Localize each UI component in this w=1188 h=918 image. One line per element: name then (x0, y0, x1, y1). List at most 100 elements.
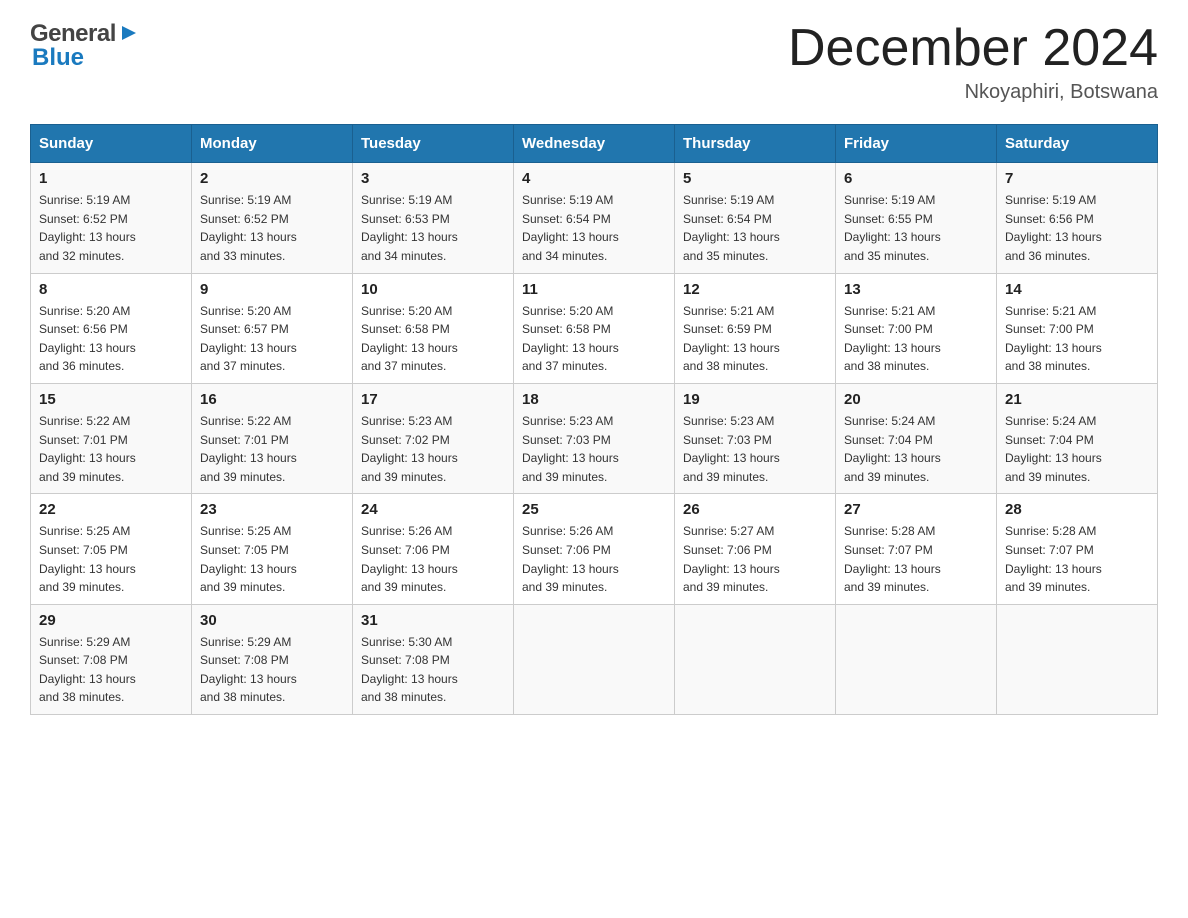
calendar-cell: 5 Sunrise: 5:19 AM Sunset: 6:54 PM Dayli… (675, 163, 836, 273)
day-info: Sunrise: 5:21 AM Sunset: 7:00 PM Dayligh… (1005, 302, 1149, 376)
calendar-week-row: 1 Sunrise: 5:19 AM Sunset: 6:52 PM Dayli… (31, 163, 1158, 273)
day-info: Sunrise: 5:19 AM Sunset: 6:54 PM Dayligh… (522, 191, 666, 265)
day-number: 18 (522, 391, 666, 408)
day-number: 4 (522, 170, 666, 187)
calendar-cell: 13 Sunrise: 5:21 AM Sunset: 7:00 PM Dayl… (836, 273, 997, 383)
day-number: 15 (39, 391, 183, 408)
day-number: 3 (361, 170, 505, 187)
day-number: 22 (39, 501, 183, 518)
calendar-cell: 28 Sunrise: 5:28 AM Sunset: 7:07 PM Dayl… (997, 494, 1158, 604)
calendar-cell (836, 604, 997, 714)
day-number: 6 (844, 170, 988, 187)
day-number: 29 (39, 612, 183, 629)
calendar-week-row: 29 Sunrise: 5:29 AM Sunset: 7:08 PM Dayl… (31, 604, 1158, 714)
calendar-cell: 17 Sunrise: 5:23 AM Sunset: 7:02 PM Dayl… (353, 383, 514, 493)
calendar-cell: 8 Sunrise: 5:20 AM Sunset: 6:56 PM Dayli… (31, 273, 192, 383)
header-saturday: Saturday (997, 125, 1158, 163)
day-info: Sunrise: 5:23 AM Sunset: 7:03 PM Dayligh… (522, 412, 666, 486)
day-number: 21 (1005, 391, 1149, 408)
day-info: Sunrise: 5:22 AM Sunset: 7:01 PM Dayligh… (200, 412, 344, 486)
calendar-cell: 29 Sunrise: 5:29 AM Sunset: 7:08 PM Dayl… (31, 604, 192, 714)
day-info: Sunrise: 5:20 AM Sunset: 6:58 PM Dayligh… (361, 302, 505, 376)
calendar-cell: 4 Sunrise: 5:19 AM Sunset: 6:54 PM Dayli… (514, 163, 675, 273)
day-info: Sunrise: 5:28 AM Sunset: 7:07 PM Dayligh… (844, 522, 988, 596)
day-info: Sunrise: 5:20 AM Sunset: 6:56 PM Dayligh… (39, 302, 183, 376)
day-number: 19 (683, 391, 827, 408)
day-number: 14 (1005, 281, 1149, 298)
calendar-week-row: 22 Sunrise: 5:25 AM Sunset: 7:05 PM Dayl… (31, 494, 1158, 604)
calendar-cell: 12 Sunrise: 5:21 AM Sunset: 6:59 PM Dayl… (675, 273, 836, 383)
header-thursday: Thursday (675, 125, 836, 163)
day-number: 28 (1005, 501, 1149, 518)
day-number: 31 (361, 612, 505, 629)
day-info: Sunrise: 5:25 AM Sunset: 7:05 PM Dayligh… (39, 522, 183, 596)
day-info: Sunrise: 5:25 AM Sunset: 7:05 PM Dayligh… (200, 522, 344, 596)
day-number: 23 (200, 501, 344, 518)
day-info: Sunrise: 5:26 AM Sunset: 7:06 PM Dayligh… (522, 522, 666, 596)
logo-arrow-icon (118, 22, 140, 44)
day-info: Sunrise: 5:29 AM Sunset: 7:08 PM Dayligh… (39, 633, 183, 707)
day-info: Sunrise: 5:27 AM Sunset: 7:06 PM Dayligh… (683, 522, 827, 596)
calendar-cell: 1 Sunrise: 5:19 AM Sunset: 6:52 PM Dayli… (31, 163, 192, 273)
calendar-cell: 31 Sunrise: 5:30 AM Sunset: 7:08 PM Dayl… (353, 604, 514, 714)
calendar-week-row: 8 Sunrise: 5:20 AM Sunset: 6:56 PM Dayli… (31, 273, 1158, 383)
logo: General Blue (30, 20, 140, 72)
day-number: 13 (844, 281, 988, 298)
month-title: December 2024 (788, 20, 1158, 77)
calendar-cell (514, 604, 675, 714)
calendar-cell: 2 Sunrise: 5:19 AM Sunset: 6:52 PM Dayli… (192, 163, 353, 273)
weekday-header-row: Sunday Monday Tuesday Wednesday Thursday… (31, 125, 1158, 163)
day-number: 11 (522, 281, 666, 298)
day-number: 17 (361, 391, 505, 408)
day-info: Sunrise: 5:24 AM Sunset: 7:04 PM Dayligh… (1005, 412, 1149, 486)
calendar-cell: 25 Sunrise: 5:26 AM Sunset: 7:06 PM Dayl… (514, 494, 675, 604)
day-number: 8 (39, 281, 183, 298)
header-sunday: Sunday (31, 125, 192, 163)
location-label: Nkoyaphiri, Botswana (788, 81, 1158, 104)
day-number: 30 (200, 612, 344, 629)
day-number: 2 (200, 170, 344, 187)
calendar-cell: 7 Sunrise: 5:19 AM Sunset: 6:56 PM Dayli… (997, 163, 1158, 273)
day-info: Sunrise: 5:20 AM Sunset: 6:57 PM Dayligh… (200, 302, 344, 376)
header-wednesday: Wednesday (514, 125, 675, 163)
day-info: Sunrise: 5:22 AM Sunset: 7:01 PM Dayligh… (39, 412, 183, 486)
day-info: Sunrise: 5:19 AM Sunset: 6:53 PM Dayligh… (361, 191, 505, 265)
day-info: Sunrise: 5:26 AM Sunset: 7:06 PM Dayligh… (361, 522, 505, 596)
calendar-cell: 30 Sunrise: 5:29 AM Sunset: 7:08 PM Dayl… (192, 604, 353, 714)
day-number: 9 (200, 281, 344, 298)
calendar-cell (997, 604, 1158, 714)
day-info: Sunrise: 5:19 AM Sunset: 6:55 PM Dayligh… (844, 191, 988, 265)
day-info: Sunrise: 5:23 AM Sunset: 7:03 PM Dayligh… (683, 412, 827, 486)
day-info: Sunrise: 5:28 AM Sunset: 7:07 PM Dayligh… (1005, 522, 1149, 596)
calendar-cell: 14 Sunrise: 5:21 AM Sunset: 7:00 PM Dayl… (997, 273, 1158, 383)
day-info: Sunrise: 5:19 AM Sunset: 6:54 PM Dayligh… (683, 191, 827, 265)
day-number: 25 (522, 501, 666, 518)
calendar-cell: 18 Sunrise: 5:23 AM Sunset: 7:03 PM Dayl… (514, 383, 675, 493)
day-info: Sunrise: 5:19 AM Sunset: 6:56 PM Dayligh… (1005, 191, 1149, 265)
calendar-cell (675, 604, 836, 714)
day-info: Sunrise: 5:30 AM Sunset: 7:08 PM Dayligh… (361, 633, 505, 707)
logo-blue: Blue (32, 44, 84, 71)
day-number: 5 (683, 170, 827, 187)
header-tuesday: Tuesday (353, 125, 514, 163)
day-number: 26 (683, 501, 827, 518)
day-info: Sunrise: 5:24 AM Sunset: 7:04 PM Dayligh… (844, 412, 988, 486)
calendar-cell: 23 Sunrise: 5:25 AM Sunset: 7:05 PM Dayl… (192, 494, 353, 604)
calendar-cell: 16 Sunrise: 5:22 AM Sunset: 7:01 PM Dayl… (192, 383, 353, 493)
calendar-cell: 26 Sunrise: 5:27 AM Sunset: 7:06 PM Dayl… (675, 494, 836, 604)
calendar-cell: 3 Sunrise: 5:19 AM Sunset: 6:53 PM Dayli… (353, 163, 514, 273)
calendar-cell: 6 Sunrise: 5:19 AM Sunset: 6:55 PM Dayli… (836, 163, 997, 273)
page-header: General Blue December 2024 Nkoyaphiri, B… (30, 20, 1158, 104)
day-info: Sunrise: 5:21 AM Sunset: 6:59 PM Dayligh… (683, 302, 827, 376)
title-block: December 2024 Nkoyaphiri, Botswana (788, 20, 1158, 104)
day-info: Sunrise: 5:21 AM Sunset: 7:00 PM Dayligh… (844, 302, 988, 376)
calendar-cell: 22 Sunrise: 5:25 AM Sunset: 7:05 PM Dayl… (31, 494, 192, 604)
day-info: Sunrise: 5:19 AM Sunset: 6:52 PM Dayligh… (200, 191, 344, 265)
calendar-cell: 19 Sunrise: 5:23 AM Sunset: 7:03 PM Dayl… (675, 383, 836, 493)
calendar-cell: 11 Sunrise: 5:20 AM Sunset: 6:58 PM Dayl… (514, 273, 675, 383)
day-number: 1 (39, 170, 183, 187)
day-info: Sunrise: 5:23 AM Sunset: 7:02 PM Dayligh… (361, 412, 505, 486)
day-info: Sunrise: 5:29 AM Sunset: 7:08 PM Dayligh… (200, 633, 344, 707)
day-number: 16 (200, 391, 344, 408)
calendar-table: Sunday Monday Tuesday Wednesday Thursday… (30, 124, 1158, 715)
